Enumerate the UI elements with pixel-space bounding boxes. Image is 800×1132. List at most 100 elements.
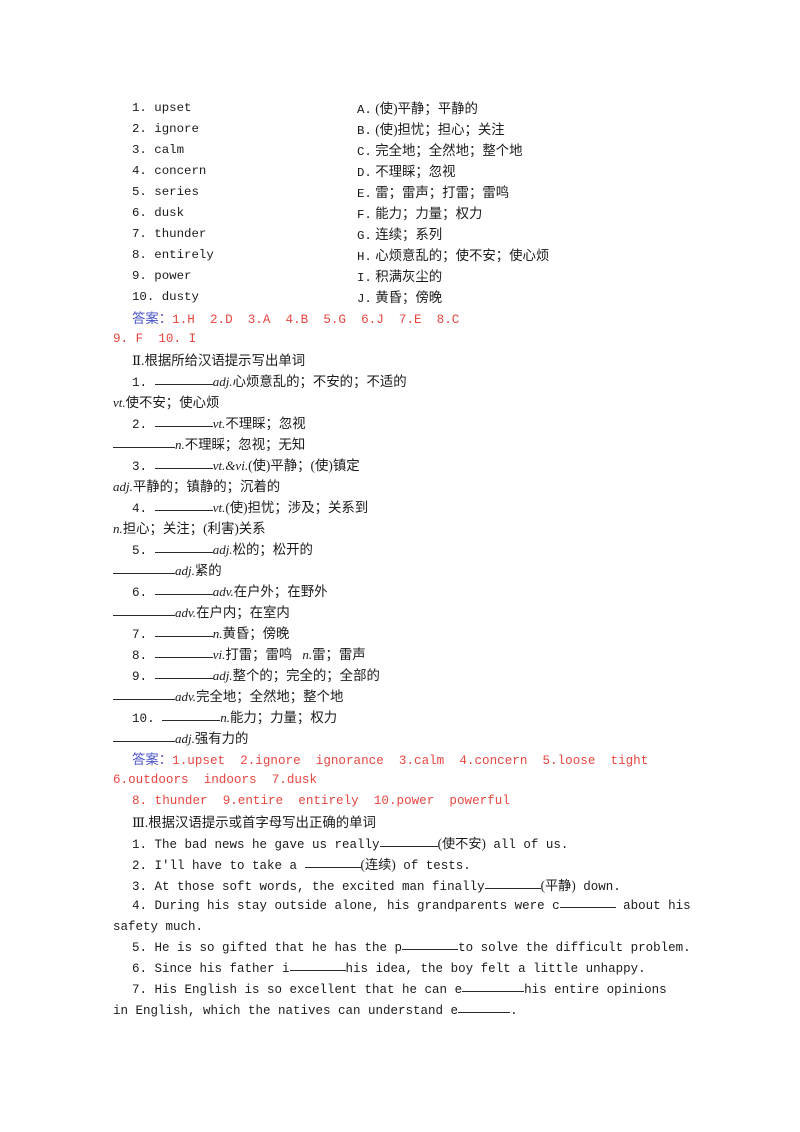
sentence-line: 4. During his stay outside alone, his gr… [113,896,713,917]
vocab-line: 7. n.黄昏；傍晚 [132,625,290,642]
answer-label: 答案： [132,311,173,326]
part-of-speech: adv. [212,584,234,599]
matching-row: 1. upset A. (使)平静；平静的 [113,98,713,119]
document-content: 1. upset A. (使)平静；平静的 2. ignore B. (使)担忧；担心… [113,98,713,1022]
section-2: Ⅱ.根据所给汉语提示写出单词 1. adj.心烦意乱的；不安的；不适的 vt.使不安… [113,350,713,812]
answer-blank[interactable] [113,562,175,574]
matching-left-item: 8. entirely [132,248,214,262]
sentence-line: 2. I'll have to take a (连续) of tests. [132,856,471,873]
matching-section: 1. upset A. (使)平静；平静的 2. ignore B. (使)担忧；担心… [113,98,713,350]
answer-blank[interactable] [154,499,213,511]
section-3-heading: Ⅲ.根据汉语提示或首字母写出正确的单词 [132,815,376,830]
vocab-item-number: 9. [132,670,155,684]
answer-blank[interactable] [458,1001,511,1013]
sentence-continuation: in English, which the natives can unders… [113,1001,713,1022]
answer-blank[interactable] [154,583,213,595]
answer-blank[interactable] [154,625,213,637]
matching-right-item: C. 完全地；全然地；整个地 [357,143,523,159]
part-of-speech: adj. [113,479,133,494]
answer-line: 答案：1.upset 2.ignore ignorance 3.calm 4.c… [132,752,649,768]
matching-right-item: E. 雷；雷声；打雷；雷鸣 [357,185,510,201]
matching-option-key: B. [357,124,372,138]
part-of-speech: adj. [212,542,233,557]
vocab-line: 6. adv.在户外；在野外 [132,583,328,600]
matching-left-item: 2. ignore [132,122,199,136]
matching-left-item: 5. series [132,185,199,199]
vocab-line: 2. vt.不理睬；忽视 [132,415,306,432]
answer-blank[interactable] [289,959,346,971]
answer-blank[interactable] [379,835,438,847]
answer-blank[interactable] [154,667,213,679]
vocab-line: 9. adj.整个的；完全的；全部的 [132,667,380,684]
vocab-item-number: 2. [132,418,155,432]
matching-right-item: B. (使)担忧；担心；关注 [357,122,505,138]
vocab-line: adv.完全地；全然地；整个地 [113,686,713,707]
matching-right-item: J. 黄昏；傍晚 [357,290,443,306]
matching-right-item: I. 积满灰尘的 [357,269,443,285]
chinese-hint: (连续) [360,857,396,872]
answer-blank[interactable] [304,856,361,868]
answer-blank[interactable] [113,436,175,448]
vocab-line: 5. adj.松的；松开的 [132,541,313,558]
matching-row: 2. ignore B. (使)担忧；担心；关注 [113,119,713,140]
answer-blank[interactable] [113,730,175,742]
answer-blank[interactable] [154,457,213,469]
vocab-line: adv.在户内；在室内 [113,602,713,623]
matching-row: 8. entirely H. 心烦意乱的；使不安；使心烦 [113,245,713,266]
answer-line: 答案：1.H 2.D 3.A 4.B 5.G 6.J 7.E 8.C [132,311,460,327]
part-of-speech: vt.&vi. [212,458,249,473]
chinese-hint: (使不安) [437,836,486,851]
matching-row: 7. thunder G. 连续；系列 [113,224,713,245]
sentence-number: 4. [132,899,155,913]
vocab-line: vt.使不安；使心烦 [113,395,220,410]
matching-row: 3. calm C. 完全地；全然地；整个地 [113,140,713,161]
answer-blank[interactable] [113,604,175,616]
sentence-number: 5. [132,941,155,955]
part-of-speech: n. [212,626,223,641]
part-of-speech: n. [302,647,313,662]
matching-left-item: 10. dusty [132,290,199,304]
vocab-line: n.不理睬；忽视；无知 [113,434,713,455]
sentence-line: 5. He is so gifted that he has the p to s… [113,938,713,959]
matching-left-item: 4. concern [132,164,207,178]
part-of-speech: adj. [175,731,195,746]
answer-blank[interactable] [402,938,459,950]
vocab-item-number: 10. [132,712,163,726]
answer-blank[interactable] [154,646,213,658]
matching-left-item: 9. power [132,269,192,283]
part-of-speech: adj. [175,563,195,578]
matching-right-item: D. 不理睬；忽视 [357,164,456,180]
part-of-speech: n. [220,710,230,725]
matching-option-key: E. [357,187,372,201]
answer-blank[interactable] [154,415,213,427]
matching-left-item: 6. dusk [132,206,185,220]
sentence-line: 3. At those soft words, the excited man … [132,877,621,894]
matching-right-item: A. (使)平静；平静的 [357,101,478,117]
matching-row: 4. concern D. 不理睬；忽视 [113,161,713,182]
matching-option-key: F. [357,208,372,222]
answer-blank[interactable] [162,709,221,721]
chinese-hint: (平静) [540,878,576,893]
matching-right-item: H. 心烦意乱的；使不安；使心烦 [357,248,550,264]
vocab-item-number: 8. [132,649,155,663]
sentence-line: 1. The bad news he gave us really (使不安) a… [132,835,569,852]
answer-line: 6.outdoors indoors 7.dusk [113,773,318,787]
sentence-line: 6. Since his father i his idea, the boy f… [113,959,713,980]
answer-line: 9. F 10. I [113,332,197,346]
matching-row: 10. dusty J. 黄昏；傍晚 [113,287,713,308]
matching-option-key: C. [357,145,372,159]
matching-option-key: G. [357,229,372,243]
answer-blank[interactable] [559,896,616,908]
matching-left-item: 3. calm [132,143,185,157]
answer-blank[interactable] [154,541,213,553]
section-3: Ⅲ.根据汉语提示或首字母写出正确的单词 1. The bad news he ga… [113,812,713,1022]
sentence-number: 3. [132,880,155,894]
part-of-speech: vt. [212,500,226,515]
answer-blank[interactable] [462,980,525,992]
sentence-number: 1. [132,838,155,852]
matching-option-key: D. [357,166,372,180]
answer-blank[interactable] [484,877,541,889]
answer-blank[interactable] [154,373,213,385]
vocab-line: 8. vi.打雷；雷鸣 n.雷；雷声 [132,646,366,663]
answer-blank[interactable] [113,688,175,700]
